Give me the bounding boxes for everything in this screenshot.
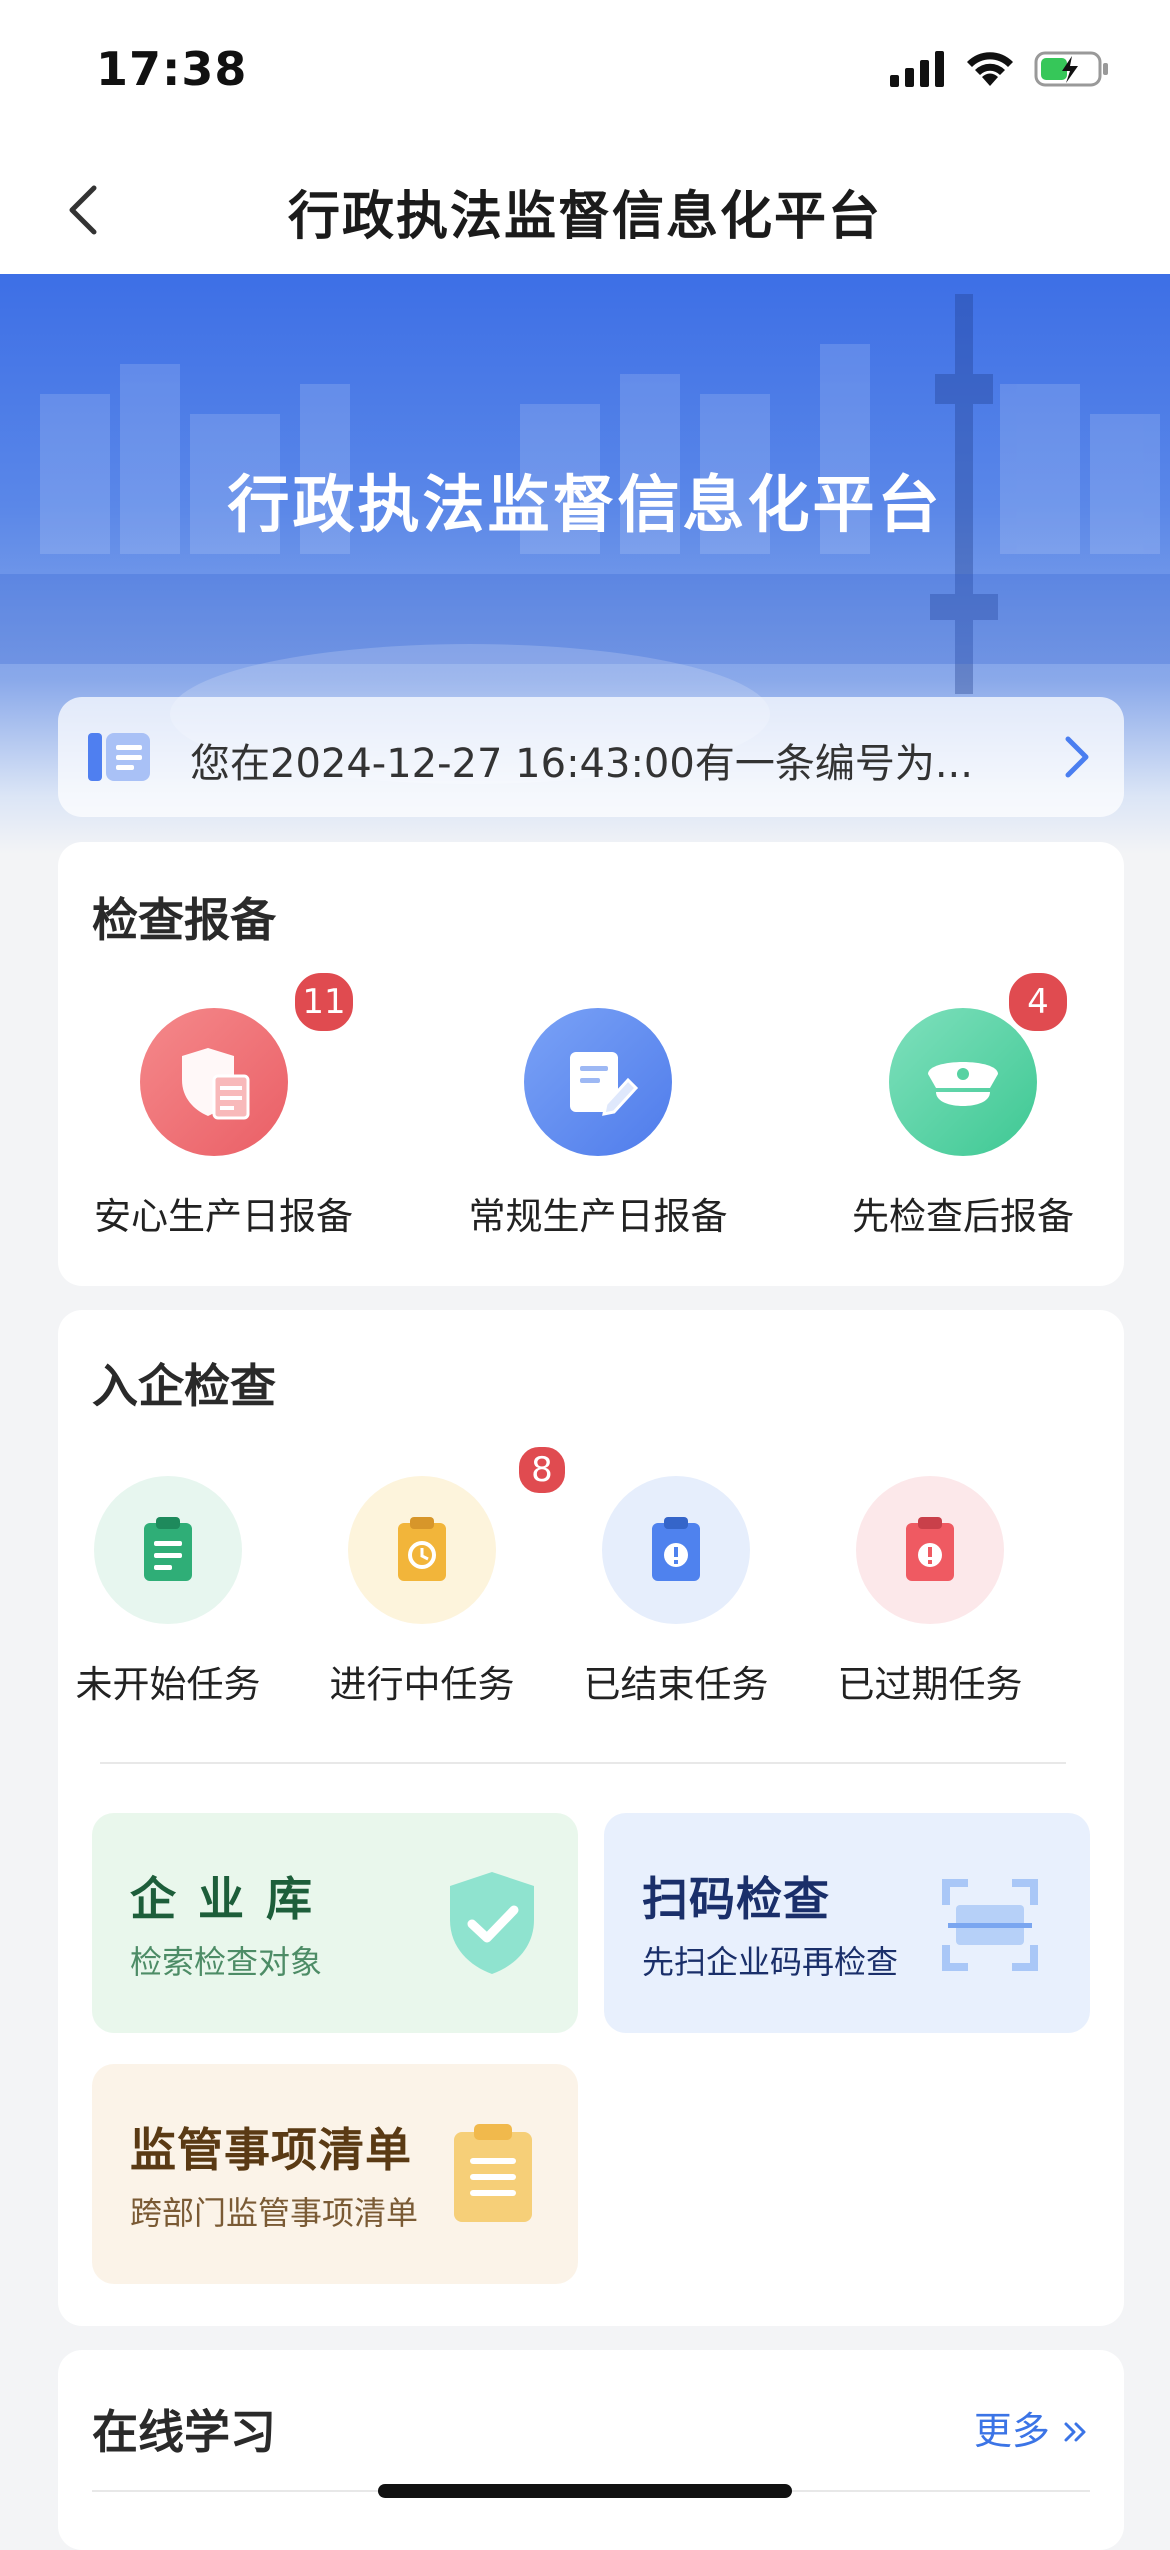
item-label: 未开始任务	[75, 1663, 261, 1706]
scan-code-icon	[942, 1879, 1038, 1971]
home-indicator[interactable]	[378, 2484, 792, 2498]
notification-badge: 8	[516, 1444, 568, 1496]
enterprise-check-card: 入企检查 未开始任务 进行中任务 8 已结束任务 已过期任务 企 业 库 检索检…	[58, 1310, 1124, 2326]
police-cap-icon	[889, 1008, 1037, 1156]
enterprise-library-tile[interactable]: 企 业 库 检索检查对象	[92, 1813, 578, 2033]
double-chevron-right-icon	[1064, 2422, 1086, 2442]
notice-bar[interactable]: 您在2024-12-27 16:43:00有一条编号为...	[58, 697, 1124, 817]
shield-document-icon	[140, 1008, 288, 1156]
item-label: 已过期任务	[837, 1663, 1023, 1706]
page-title: 行政执法监督信息化平台	[287, 187, 882, 247]
notification-badge: 11	[292, 970, 356, 1034]
safe-production-report-item[interactable]: 安心生产日报备	[94, 1008, 353, 1240]
status-time: 17:38	[96, 42, 248, 96]
supervision-checklist-tile[interactable]: 监管事项清单 跨部门监管事项清单	[92, 2064, 578, 2284]
tile-title: 企 业 库	[130, 1872, 316, 1926]
inspection-report-title: 检查报备	[92, 893, 276, 947]
online-learning-card: 在线学习 更多	[58, 2350, 1124, 2550]
task-in-progress-item[interactable]: 进行中任务	[322, 1476, 522, 1708]
more-link[interactable]: 更多	[974, 2400, 1090, 2455]
cellular-signal-icon	[890, 51, 944, 87]
item-label: 安心生产日报备	[94, 1195, 353, 1238]
tile-title: 监管事项清单	[130, 2123, 412, 2177]
nav-bar: 行政执法监督信息化平台	[0, 140, 1170, 274]
status-bar: 17:38	[0, 0, 1170, 140]
item-label: 已结束任务	[583, 1663, 769, 1706]
task-not-started-item[interactable]: 未开始任务	[68, 1476, 268, 1708]
tile-subtitle: 检索检查对象	[130, 1943, 323, 1981]
notification-badge: 4	[1006, 970, 1070, 1034]
item-label: 进行中任务	[329, 1663, 515, 1706]
task-expired-item[interactable]: 已过期任务	[830, 1476, 1030, 1708]
clipboard-alert-icon	[602, 1476, 750, 1624]
task-finished-item[interactable]: 已结束任务	[576, 1476, 776, 1708]
divider	[100, 1762, 1066, 1764]
banner-title: 行政执法监督信息化平台	[227, 468, 943, 541]
clipboard-checklist-icon	[454, 2124, 532, 2222]
announcement-icon	[88, 733, 150, 781]
tile-title: 扫码检查	[642, 1872, 830, 1926]
wifi-icon	[967, 52, 1013, 86]
scan-check-tile[interactable]: 扫码检查 先扫企业码再检查	[604, 1813, 1090, 2033]
clipboard-list-icon	[94, 1476, 242, 1624]
edit-document-icon	[524, 1008, 672, 1156]
chevron-right-icon	[1065, 736, 1089, 778]
item-label: 先检查后报备	[852, 1195, 1074, 1238]
enterprise-check-title: 入企检查	[92, 1359, 276, 1413]
battery-charging-icon	[1034, 51, 1108, 87]
item-label: 常规生产日报备	[468, 1195, 728, 1238]
notice-text: 您在2024-12-27 16:43:00有一条编号为...	[190, 741, 973, 787]
tile-subtitle: 先扫企业码再检查	[642, 1943, 899, 1981]
inspection-report-card: 检查报备 安心生产日报备 11 常规生产日报备 先检查后报备 4	[58, 842, 1124, 1286]
tile-subtitle: 跨部门监管事项清单	[130, 2194, 419, 2232]
online-learning-title: 在线学习	[92, 2405, 276, 2459]
more-label: 更多	[973, 2409, 1050, 2453]
clipboard-clock-icon	[348, 1476, 496, 1624]
inspect-first-report-item[interactable]: 先检查后报备	[838, 1008, 1088, 1240]
status-icons	[890, 50, 1110, 88]
regular-production-report-item[interactable]: 常规生产日报备	[458, 1008, 738, 1240]
clipboard-warning-icon	[856, 1476, 1004, 1624]
shield-check-icon	[450, 1872, 534, 1974]
